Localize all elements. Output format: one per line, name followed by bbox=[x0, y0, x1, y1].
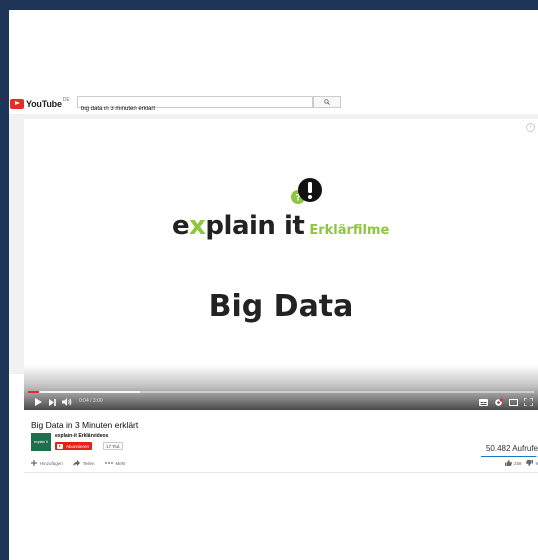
play-button[interactable] bbox=[33, 397, 43, 407]
progress-played bbox=[28, 391, 40, 393]
fullscreen-icon bbox=[524, 398, 533, 406]
share-label: Teilen bbox=[82, 460, 95, 466]
youtube-logo[interactable]: YouTube DE bbox=[10, 97, 70, 109]
subtitles-icon bbox=[479, 398, 488, 406]
speech-bubbles-icon: ? bbox=[291, 178, 322, 204]
logo-main-rest: plain it bbox=[205, 211, 305, 241]
like-button[interactable]: 258 bbox=[504, 460, 522, 466]
subtitles-button[interactable] bbox=[478, 397, 489, 407]
info-icon[interactable]: i bbox=[526, 123, 535, 132]
youtube-region-label: DE bbox=[62, 97, 70, 103]
youtube-play-icon bbox=[57, 443, 63, 449]
search-input[interactable] bbox=[78, 104, 312, 114]
search-button[interactable] bbox=[313, 96, 341, 108]
add-to-button[interactable]: Hinzufügen bbox=[31, 460, 63, 466]
logo-subtitle: Erklärfilme bbox=[309, 223, 390, 238]
logo-main-text: explain it bbox=[172, 211, 305, 241]
volume-button[interactable] bbox=[61, 397, 73, 407]
logo-letter-e: e bbox=[172, 211, 190, 241]
video-frame-title: Big Data bbox=[208, 289, 354, 324]
time-display: 0:04 / 3:00 bbox=[79, 398, 103, 404]
gear-icon bbox=[495, 397, 503, 406]
youtube-logo-text: YouTube bbox=[26, 98, 62, 109]
masthead: YouTube DE bbox=[9, 94, 538, 114]
dislike-button[interactable]: 9 bbox=[526, 460, 538, 466]
like-count: 258 bbox=[513, 460, 522, 466]
video-player[interactable]: i ? explain it Erklärfilme Big Data 0:04… bbox=[24, 119, 538, 410]
channel-name-link[interactable]: explain-it Erklärvideos bbox=[55, 433, 108, 439]
action-bar: Hinzufügen Teilen Mehr bbox=[31, 460, 136, 466]
search-box[interactable] bbox=[77, 96, 313, 114]
subscriber-count: 17 Tsd. bbox=[103, 442, 124, 450]
search-icon bbox=[324, 99, 330, 105]
theater-mode-button[interactable] bbox=[508, 397, 519, 407]
settings-button[interactable] bbox=[493, 397, 504, 407]
explain-it-logo: explain it Erklärfilme bbox=[172, 211, 389, 241]
plus-icon bbox=[31, 460, 37, 466]
volume-icon bbox=[62, 398, 72, 406]
like-dislike-group: 258 9 bbox=[500, 460, 538, 466]
progress-bar[interactable] bbox=[28, 391, 534, 393]
player-controls: 0:04 / 3:00 bbox=[24, 394, 538, 410]
video-title: Big Data in 3 Minuten erklärt bbox=[31, 420, 139, 430]
channel-avatar[interactable]: explain it bbox=[31, 433, 51, 451]
more-dots-icon bbox=[104, 462, 113, 464]
add-to-label: Hinzufügen bbox=[40, 460, 63, 466]
progress-buffered bbox=[28, 391, 140, 393]
share-button[interactable]: Teilen bbox=[72, 460, 95, 466]
more-button[interactable]: Mehr bbox=[104, 460, 126, 466]
channel-avatar-text: explain it bbox=[34, 440, 48, 444]
thumbs-down-icon bbox=[526, 460, 534, 466]
view-count: 50.482 Aufrufe bbox=[485, 444, 538, 453]
thumbs-up-icon bbox=[504, 460, 512, 466]
youtube-page: YouTube DE i ? explain it Erklärfilme Bi… bbox=[9, 10, 538, 560]
youtube-play-icon bbox=[10, 98, 24, 109]
next-icon bbox=[48, 398, 56, 406]
like-ratio-fill bbox=[481, 456, 537, 457]
share-arrow-icon bbox=[72, 460, 80, 466]
theater-mode-icon bbox=[509, 398, 518, 406]
subscribe-label: Abonnieren bbox=[66, 443, 90, 449]
fullscreen-button[interactable] bbox=[523, 397, 534, 407]
video-info-section: Big Data in 3 Minuten erklärt explain it… bbox=[24, 411, 538, 473]
play-icon bbox=[34, 398, 42, 406]
next-button[interactable] bbox=[47, 397, 57, 407]
logo-letter-x: x bbox=[189, 211, 206, 241]
like-ratio-bar bbox=[481, 456, 538, 457]
subscribe-button[interactable]: Abonnieren bbox=[55, 442, 93, 450]
more-label: Mehr bbox=[115, 460, 126, 466]
